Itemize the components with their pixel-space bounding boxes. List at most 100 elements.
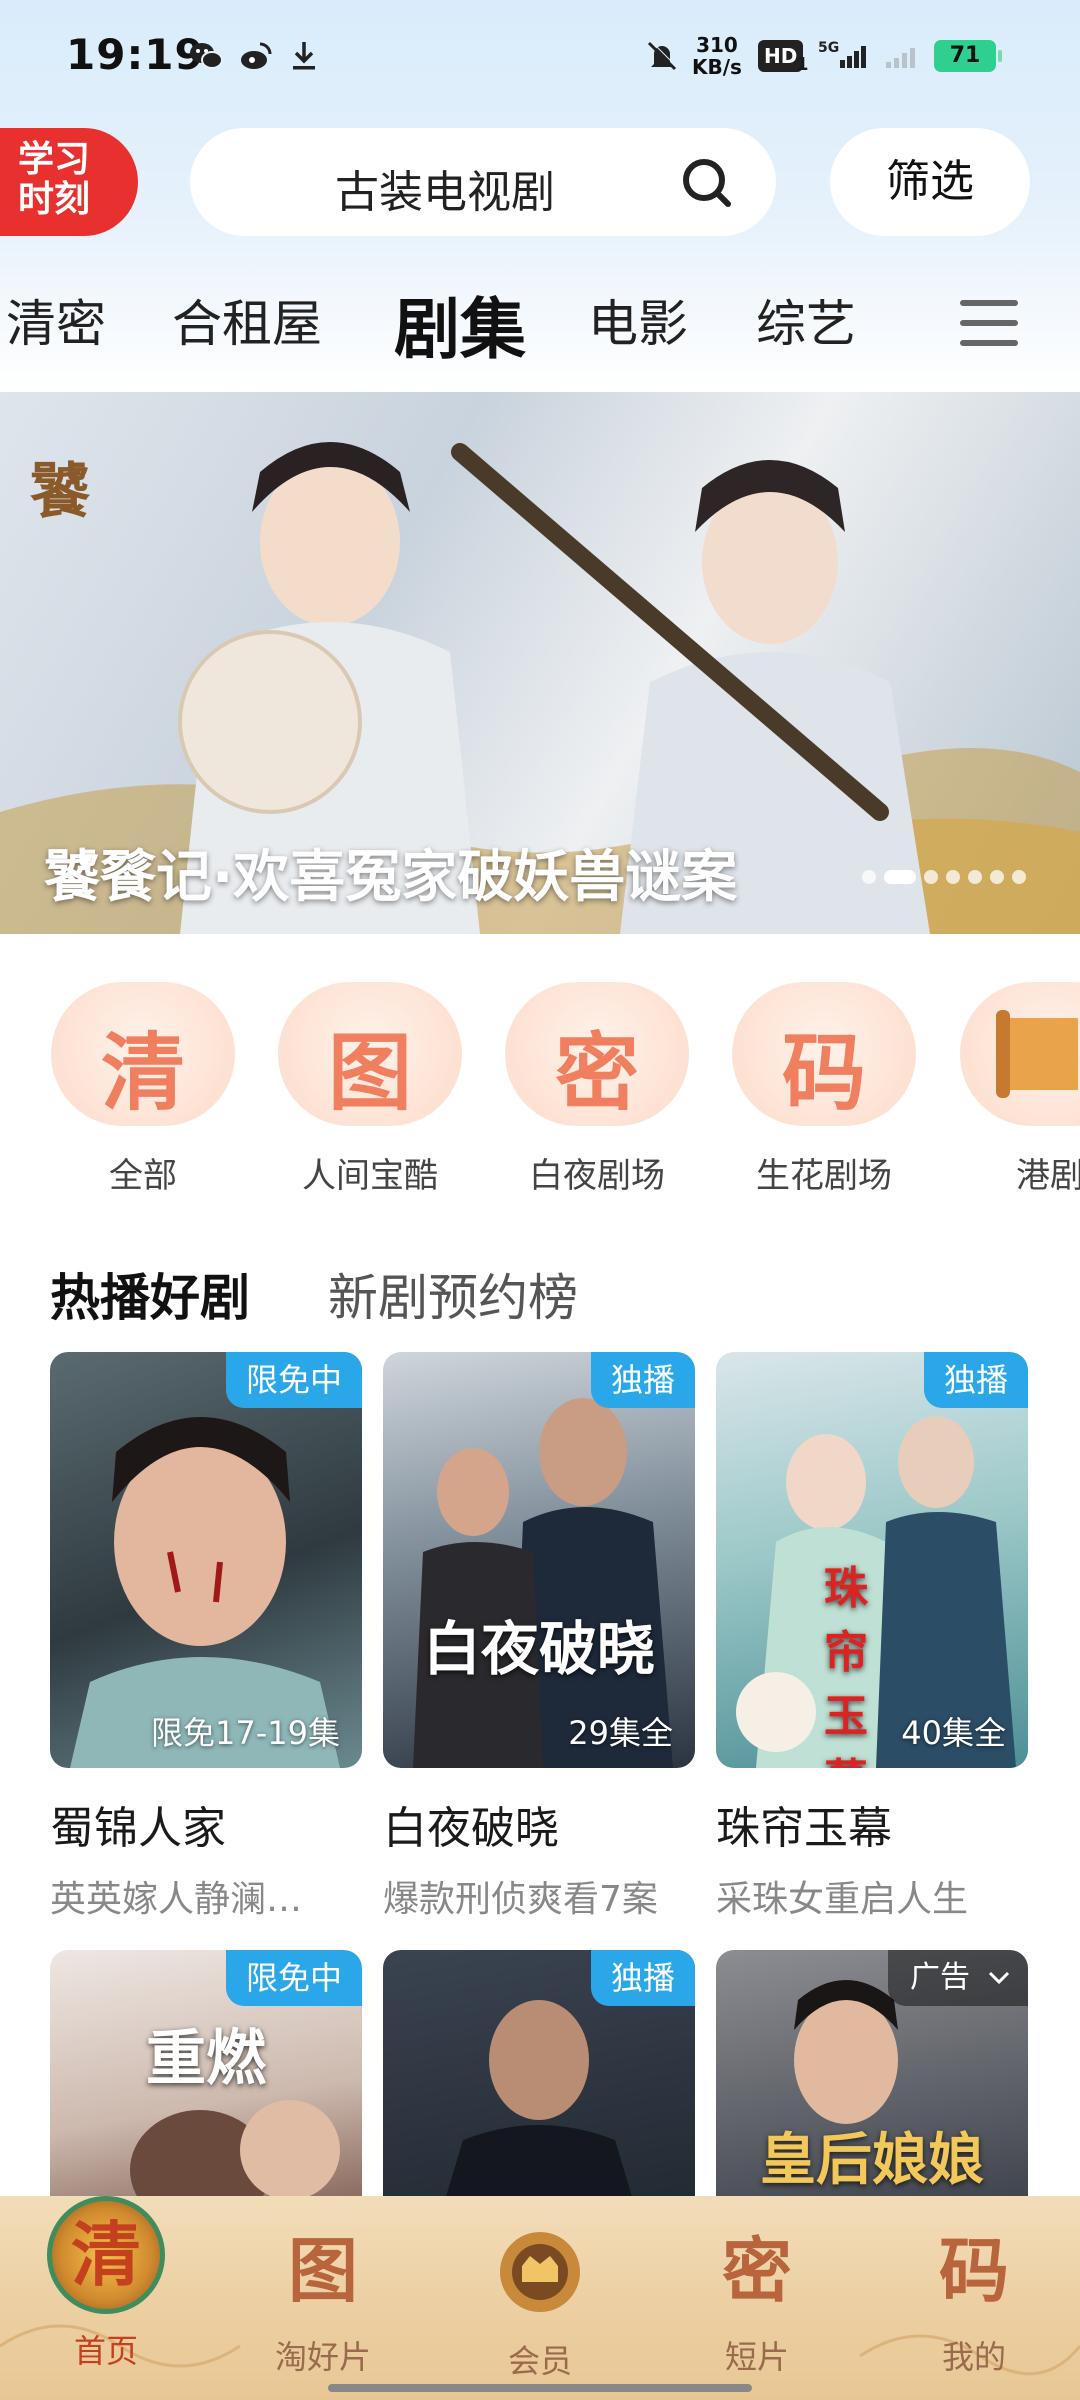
tab-qingmi[interactable]: 清密 — [6, 284, 106, 356]
nav-glyph: 图 — [288, 2229, 358, 2312]
free-badge: 限免中 — [225, 1352, 362, 1408]
banner-dot — [968, 870, 982, 884]
nav-label: 我的 — [941, 2338, 1006, 2376]
nav-home[interactable]: 清 首页 — [16, 2196, 196, 2372]
banner-dot — [1012, 870, 1026, 884]
nav-glyph: 密 — [722, 2229, 792, 2312]
nav-label: 淘好片 — [274, 2338, 371, 2376]
ad-label: 广告 — [910, 1960, 970, 1995]
ad-card[interactable]: 皇后娘娘 广告 — [716, 1950, 1028, 2200]
banner-title: 饕餮记·欢喜冤家破妖兽谜案 — [44, 845, 738, 910]
banner-dot — [990, 870, 1004, 884]
nav-mine[interactable]: 码 我的 — [884, 2216, 1064, 2378]
episode-info: 限免17-19集 — [151, 1714, 340, 1752]
nav-label: 首页 — [73, 2332, 138, 2370]
exclusive-badge: 独播 — [923, 1352, 1028, 1408]
ad-badge[interactable]: 广告 — [888, 1950, 1028, 2006]
channel-glyph: 码 — [781, 1023, 866, 1122]
banner-dot — [946, 870, 960, 884]
drama-title: 蜀锦人家 — [50, 1803, 226, 1854]
study-time-badge[interactable]: 学习时刻 — [0, 128, 138, 236]
signal-secondary-icon — [886, 48, 915, 68]
exclusive-badge: 独播 — [590, 1950, 695, 2006]
weibo-icon — [241, 42, 272, 69]
poster-title: 重燃 — [146, 2024, 266, 2094]
channel-icon: 码 — [732, 982, 916, 1126]
net-speed-value: 310 — [696, 33, 738, 57]
drama-subtitle: 英英嫁人静澜… — [50, 1879, 303, 1920]
tab-movies[interactable]: 电影 — [588, 284, 688, 356]
bottom-nav: 清 首页 图 淘好片 会员 密 短片 码 我的 — [0, 2196, 1080, 2400]
drama-poster: 限免中 限免17-19集 — [50, 1352, 362, 1768]
poster-art — [413, 1398, 673, 1768]
net-speed: 310 KB/s — [692, 34, 742, 78]
home-emblem-icon: 清 — [47, 2196, 165, 2314]
nav-label: 短片 — [724, 2338, 789, 2376]
mute-icon — [647, 40, 678, 71]
banner-dot-active — [884, 870, 916, 884]
drama-card[interactable]: 珠帘玉幕 独播 40集全 珠帘玉幕 采珠女重启人生 — [716, 1352, 1028, 1922]
channel-icon — [960, 982, 1080, 1126]
banner-dot — [924, 870, 938, 884]
channel-label: 港剧 — [1016, 1156, 1080, 1196]
exclusive-badge: 独播 — [590, 1352, 695, 1408]
channel-label: 生花剧场 — [756, 1156, 892, 1196]
drama-title: 白夜破晓 — [383, 1803, 559, 1854]
status-time: 19:19 — [66, 30, 205, 79]
drama-card[interactable]: 白夜破晓 独播 29集全 白夜破晓 爆款刑侦爽看7案 — [383, 1352, 695, 1922]
signal-icon: 5G — [818, 40, 866, 68]
filter-button[interactable]: 筛选 — [830, 128, 1030, 236]
download-icon — [293, 42, 315, 70]
drama-poster: 重燃 限免中 — [50, 1950, 362, 2200]
episode-info: 29集全 — [568, 1714, 673, 1752]
tab-hot-dramas[interactable]: 热播好剧 — [50, 1258, 250, 1330]
search-placeholder: 古装电视剧 — [335, 167, 555, 218]
nav-label: 会员 — [507, 2342, 572, 2380]
status-bar: 19:19 310 KB/s HD 1 5G 71 — [0, 0, 1080, 110]
channel-label: 人间宝酷 — [302, 1156, 438, 1196]
nav-vip[interactable]: 会员 — [450, 2216, 630, 2382]
free-badge: 限免中 — [225, 1950, 362, 2006]
drama-card[interactable]: 限免中 限免17-19集 蜀锦人家 英英嫁人静澜… — [50, 1352, 362, 1922]
vip-emblem-icon — [500, 2232, 580, 2312]
nav-shorts[interactable]: 密 短片 — [667, 2216, 847, 2378]
tab-series[interactable]: 剧集 — [394, 276, 526, 372]
channel-label: 白夜剧场 — [529, 1156, 665, 1196]
search-icon[interactable] — [678, 154, 734, 210]
channel-renjianbaoku[interactable]: 图 人间宝酷 — [275, 982, 465, 1197]
banner-dot — [862, 870, 876, 884]
poster-title: 皇后娘娘 — [760, 2127, 984, 2193]
tab-new-drama-reservations[interactable]: 新剧预约榜 — [328, 1258, 578, 1330]
channel-shenghua-theater[interactable]: 码 生花剧场 — [729, 982, 919, 1197]
banner-logo: 饕 — [30, 457, 91, 527]
channel-icon: 清 — [51, 982, 235, 1126]
episode-info: 40集全 — [901, 1714, 1006, 1752]
hero-banner[interactable]: 饕 饕餮记·欢喜冤家破妖兽谜案 — [0, 392, 1080, 934]
channel-glyph: 密 — [554, 1023, 639, 1122]
tab-variety[interactable]: 综艺 — [756, 284, 856, 356]
nav-glyph: 清 — [71, 2213, 141, 2296]
channel-hk-drama[interactable]: 港剧 — [956, 982, 1080, 1197]
drama-card[interactable]: 重燃 限免中 — [50, 1950, 362, 2200]
ad-poster: 皇后娘娘 广告 — [716, 1950, 1028, 2200]
menu-icon[interactable] — [960, 296, 1018, 350]
tab-hezuwu[interactable]: 合租屋 — [172, 284, 322, 356]
chevron-down-icon[interactable] — [988, 1968, 1010, 1988]
network-type: 5G — [818, 40, 839, 56]
search-input[interactable]: 古装电视剧 — [190, 128, 776, 236]
sim-index: 1 — [796, 54, 809, 75]
wechat-icon — [190, 43, 223, 69]
drama-subtitle: 采珠女重启人生 — [716, 1879, 969, 1920]
channel-all[interactable]: 清 全部 — [48, 982, 238, 1197]
home-indicator[interactable] — [328, 2384, 752, 2392]
drama-card[interactable]: 独播 — [383, 1950, 695, 2200]
channel-glyph: 清 — [100, 1023, 185, 1122]
channel-icon: 图 — [278, 982, 462, 1126]
drama-subtitle: 爆款刑侦爽看7案 — [383, 1879, 658, 1920]
nav-discover[interactable]: 图 淘好片 — [233, 2216, 413, 2378]
battery-indicator: 71 — [934, 40, 1002, 72]
drama-poster: 白夜破晓 独播 29集全 — [383, 1352, 695, 1768]
channel-baiye-theater[interactable]: 密 白夜剧场 — [502, 982, 692, 1197]
drama-title: 珠帘玉幕 — [716, 1803, 892, 1854]
poster-title: 珠帘玉幕 — [824, 1563, 868, 1768]
